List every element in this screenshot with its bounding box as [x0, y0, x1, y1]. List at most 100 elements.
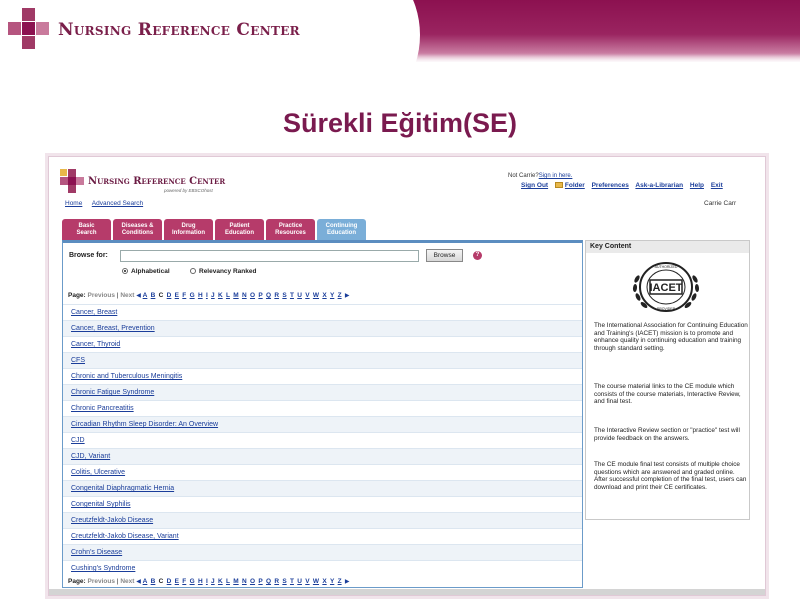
browse-button[interactable]: Browse: [426, 249, 463, 262]
tab-basic-search[interactable]: Basic Search: [62, 219, 111, 241]
pager-letter-z[interactable]: Z: [338, 292, 342, 299]
home-link[interactable]: Home: [65, 200, 82, 207]
pager-letter-v[interactable]: V: [305, 292, 309, 299]
result-link[interactable]: Cancer, Breast, Prevention: [71, 325, 155, 332]
pager-letter-w[interactable]: W: [313, 292, 319, 299]
pager-letter-o[interactable]: O: [250, 578, 255, 585]
result-link[interactable]: Creutzfeldt-Jakob Disease, Variant: [71, 533, 179, 540]
radio-alphabetical[interactable]: Alphabetical: [122, 268, 170, 275]
pager-letter-j[interactable]: J: [211, 578, 215, 585]
pager-letter-m[interactable]: M: [233, 292, 238, 299]
pager-letter-c[interactable]: C: [159, 292, 164, 299]
pager-letter-b[interactable]: B: [151, 578, 156, 585]
pager-letter-x[interactable]: X: [322, 578, 326, 585]
app-logo[interactable]: Nursing Reference Center powered by EBSC…: [59, 168, 239, 196]
help-icon[interactable]: ?: [473, 251, 482, 260]
sign-in-link[interactable]: Sign in here.: [539, 173, 573, 179]
list-item: Congenital Diaphragmatic Hernia: [63, 480, 582, 496]
preferences-link[interactable]: Preferences: [592, 182, 629, 189]
pager-letter-t[interactable]: T: [290, 578, 294, 585]
radio-relevancy[interactable]: Relevancy Ranked: [190, 268, 256, 275]
result-link[interactable]: Cancer, Breast: [71, 309, 117, 316]
pager-letter-t[interactable]: T: [290, 292, 294, 299]
pager-letter-e[interactable]: E: [175, 578, 179, 585]
result-link[interactable]: Creutzfeldt-Jakob Disease: [71, 517, 153, 524]
pager-letter-l[interactable]: L: [226, 292, 230, 299]
radio-unselected-icon: [190, 268, 196, 274]
pager-letter-i[interactable]: I: [206, 578, 208, 585]
ask-librarian-link[interactable]: Ask-a-Librarian: [635, 182, 683, 189]
pager-letter-a[interactable]: A: [143, 578, 148, 585]
pager-letter-q[interactable]: Q: [266, 578, 271, 585]
exit-link[interactable]: Exit: [711, 182, 723, 189]
arrow-left-icon[interactable]: ◀: [136, 293, 141, 299]
pager-letter-p[interactable]: P: [258, 578, 262, 585]
result-link[interactable]: Congenital Diaphragmatic Hernia: [71, 485, 174, 492]
result-link[interactable]: Crohn's Disease: [71, 549, 122, 556]
pager-letter-j[interactable]: J: [211, 292, 215, 299]
tab-practice-resources[interactable]: Practice Resources: [266, 219, 315, 241]
pager-letter-h[interactable]: H: [198, 578, 203, 585]
help-link[interactable]: Help: [690, 182, 704, 189]
pager-letter-f[interactable]: F: [182, 292, 186, 299]
pager-bottom: Page: Previous | Next ◀ ABCDEFGHIJKLMNOP…: [68, 578, 350, 585]
pager-letter-r[interactable]: R: [274, 292, 279, 299]
pager-letter-o[interactable]: O: [250, 292, 255, 299]
pager-letter-e[interactable]: E: [175, 292, 179, 299]
result-link[interactable]: Cancer, Thyroid: [71, 341, 120, 348]
browse-input[interactable]: [120, 250, 419, 262]
pager-letter-p[interactable]: P: [258, 292, 262, 299]
pager-letter-d[interactable]: D: [167, 292, 172, 299]
result-link[interactable]: Chronic and Tuberculous Meningitis: [71, 373, 182, 380]
pager-letter-g[interactable]: G: [190, 578, 195, 585]
pager-letter-v[interactable]: V: [305, 578, 309, 585]
pager-letter-r[interactable]: R: [274, 578, 279, 585]
pager-letter-b[interactable]: B: [151, 292, 156, 299]
arrow-right-icon[interactable]: ▶: [345, 293, 350, 299]
pager-letter-k[interactable]: K: [218, 292, 223, 299]
sign-out-link[interactable]: Sign Out: [521, 182, 548, 189]
tab-diseases-conditions[interactable]: Diseases & Conditions: [113, 219, 162, 241]
pager-letter-w[interactable]: W: [313, 578, 319, 585]
pager-letter-d[interactable]: D: [167, 578, 172, 585]
pager-letter-f[interactable]: F: [182, 578, 186, 585]
result-link[interactable]: Chronic Pancreatitis: [71, 405, 134, 412]
pager-letter-z[interactable]: Z: [338, 578, 342, 585]
key-content-paragraph: The course material links to the CE modu…: [594, 383, 741, 405]
pager-letter-i[interactable]: I: [206, 292, 208, 299]
result-link[interactable]: Chronic Fatigue Syndrome: [71, 389, 154, 396]
pager-letter-y[interactable]: Y: [330, 578, 334, 585]
folder-link[interactable]: Folder: [565, 182, 585, 189]
arrow-right-icon[interactable]: ▶: [345, 579, 350, 585]
result-link[interactable]: CJD, Variant: [71, 453, 110, 460]
list-item: CFS: [63, 352, 582, 368]
result-link[interactable]: CJD: [71, 437, 85, 444]
pager-letter-s[interactable]: S: [282, 292, 286, 299]
pager-letter-n[interactable]: N: [242, 292, 247, 299]
pager-letter-s[interactable]: S: [282, 578, 286, 585]
result-link[interactable]: Circadian Rhythm Sleep Disorder: An Over…: [71, 421, 218, 428]
pager-letter-n[interactable]: N: [242, 578, 247, 585]
pager-letter-u[interactable]: U: [297, 292, 302, 299]
pager-letter-u[interactable]: U: [297, 578, 302, 585]
result-link[interactable]: Cushing's Syndrome: [71, 565, 135, 572]
tab-drug-information[interactable]: Drug Information: [164, 219, 213, 241]
result-link[interactable]: Congenital Syphilis: [71, 501, 131, 508]
pager-letter-a[interactable]: A: [143, 292, 148, 299]
tab-continuing-education[interactable]: Continuing Education: [317, 219, 366, 241]
arrow-left-icon[interactable]: ◀: [136, 579, 141, 585]
pager-letter-c[interactable]: C: [159, 578, 164, 585]
pager-letter-q[interactable]: Q: [266, 292, 271, 299]
pager-letter-g[interactable]: G: [190, 292, 195, 299]
pager-letter-l[interactable]: L: [226, 578, 230, 585]
advanced-search-link[interactable]: Advanced Search: [92, 200, 143, 207]
pager-letter-h[interactable]: H: [198, 292, 203, 299]
pager-letter-k[interactable]: K: [218, 578, 223, 585]
pager-letter-m[interactable]: M: [233, 578, 238, 585]
pager-letter-x[interactable]: X: [322, 292, 326, 299]
folder-icon[interactable]: [554, 182, 563, 188]
pager-letter-y[interactable]: Y: [330, 292, 334, 299]
result-link[interactable]: CFS: [71, 357, 85, 364]
tab-patient-education[interactable]: Patient Education: [215, 219, 264, 241]
result-link[interactable]: Colitis, Ulcerative: [71, 469, 125, 476]
